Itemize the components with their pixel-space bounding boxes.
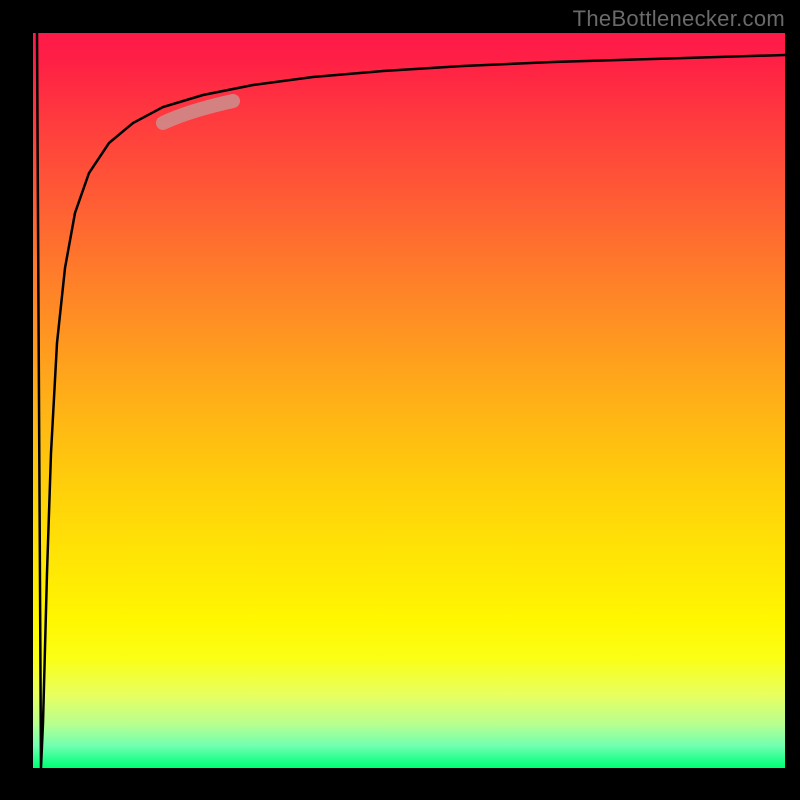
main-curve bbox=[37, 33, 785, 768]
attribution-text: TheBottlenecker.com bbox=[573, 6, 785, 32]
chart-svg bbox=[33, 33, 785, 768]
plot-area bbox=[33, 33, 785, 768]
chart-container: TheBottlenecker.com bbox=[0, 0, 800, 800]
